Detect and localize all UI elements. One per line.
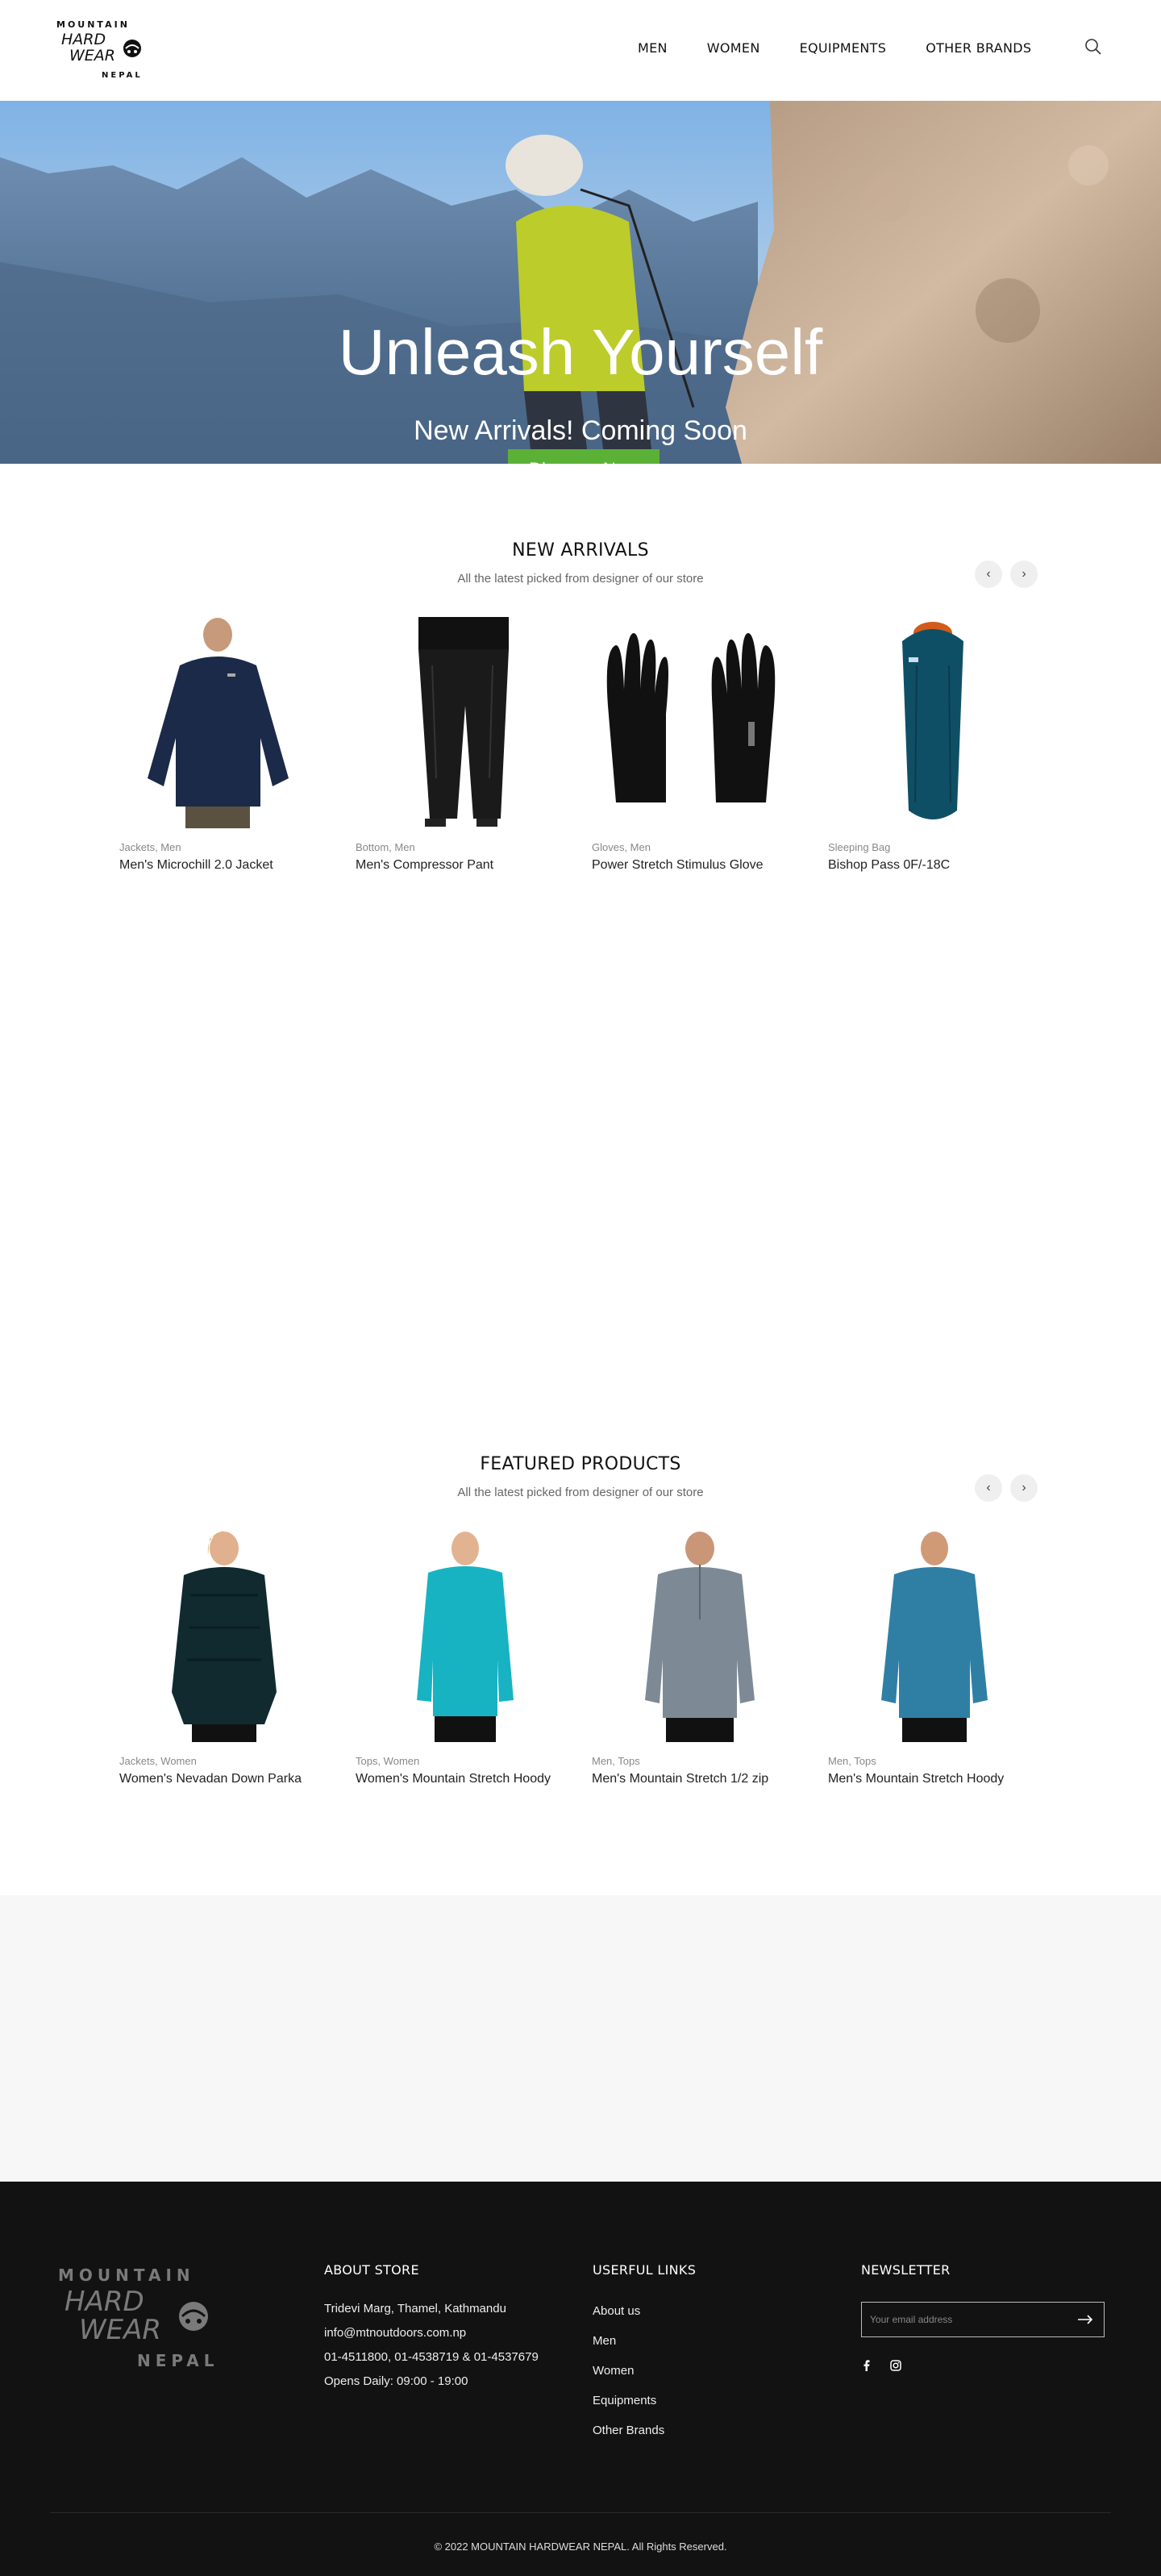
footer-link-about[interactable]: About us [593, 2304, 696, 2318]
main-nav: MEN WOMEN EQUIPMENTS OTHER BRANDS [638, 40, 1031, 56]
arrow-right-icon[interactable] [1076, 2311, 1094, 2328]
newsletter-email-input[interactable] [862, 2303, 1063, 2336]
footer-about-title: ABOUT STORE [324, 2262, 419, 2278]
footer-links-title: USERFUL LINKS [593, 2262, 697, 2278]
search-icon[interactable] [1084, 37, 1103, 56]
new-arrivals-section: NEW ARRIVALS All the latest picked from … [0, 464, 1161, 899]
grey-spacer-band [0, 1895, 1161, 2182]
footer-address: Tridevi Marg, Thamel, Kathmandu [324, 2302, 506, 2315]
logo-line-2: HARD [61, 31, 106, 48]
product-card[interactable]: Jackets, Men Men's Microchill 2.0 Jacket [119, 617, 329, 873]
chevron-left-icon: ‹ [986, 567, 991, 581]
footer-emblem-icon [179, 2302, 208, 2331]
product-categories[interactable]: Men, Tops [592, 1755, 801, 1767]
nav-men[interactable]: MEN [638, 40, 668, 56]
product-card[interactable]: Sleeping Bag Bishop Pass 0F/-18C [828, 617, 1038, 873]
footer-logo-mark: MOUNTAIN HARD WEAR NEPAL [58, 2265, 218, 2370]
instagram-icon[interactable] [890, 2360, 901, 2371]
discover-now-button[interactable]: Discover Now [508, 449, 660, 464]
product-categories[interactable]: Bottom, Men [356, 841, 565, 853]
footer-link-equipments[interactable]: Equipments [593, 2394, 696, 2407]
footer-link-women[interactable]: Women [593, 2364, 696, 2378]
footer-link-other-brands[interactable]: Other Brands [593, 2424, 696, 2437]
copyright: © 2022 MOUNTAIN HARDWEAR NEPAL. All Righ… [434, 2541, 727, 2553]
nav-equipments[interactable]: EQUIPMENTS [800, 40, 887, 56]
product-categories[interactable]: Jackets, Men [119, 841, 329, 853]
product-image[interactable] [592, 1531, 801, 1742]
footer-logo-line-3: WEAR [79, 2314, 161, 2346]
logo-mark: MOUNTAIN HARD WEAR NEPAL [56, 19, 143, 80]
chevron-right-icon: › [1022, 1481, 1026, 1494]
footer-hours: Opens Daily: 09:00 - 19:00 [324, 2374, 468, 2388]
product-categories[interactable]: Sleeping Bag [828, 841, 1038, 853]
product-name[interactable]: Bishop Pass 0F/-18C [828, 858, 1038, 873]
site-header: MOUNTAIN HARD WEAR NEPAL MEN WOMEN EQUIP… [0, 0, 1161, 101]
logo-line-4: NEPAL [102, 71, 143, 80]
new-arrivals-list: Jackets, Men Men's Microchill 2.0 Jacket… [119, 617, 1038, 873]
product-card[interactable]: Men, Tops Men's Mountain Stretch Hoody [828, 1531, 1038, 1786]
featured-products-section: FEATURED PRODUCTS All the latest picked … [0, 1378, 1161, 1813]
footer-logo-line-2: HARD [64, 2286, 144, 2318]
footer-logo-line-4: NEPAL [137, 2351, 218, 2370]
site-footer: MOUNTAIN HARD WEAR NEPAL ABOUT STORE Tri… [0, 2182, 1161, 2576]
product-image[interactable] [356, 1531, 565, 1742]
product-name[interactable]: Power Stretch Stimulus Glove [592, 858, 801, 873]
product-card[interactable]: Jackets, Women Women's Nevadan Down Park… [119, 1531, 329, 1786]
logo-line-1: MOUNTAIN [56, 19, 130, 30]
product-card[interactable]: Tops, Women Women's Mountain Stretch Hoo… [356, 1531, 565, 1786]
featured-list: Jackets, Women Women's Nevadan Down Park… [119, 1531, 1038, 1786]
product-name[interactable]: Men's Compressor Pant [356, 858, 565, 873]
footer-newsletter-title: NEWSLETTER [861, 2262, 951, 2278]
featured-prev-button[interactable]: ‹ [975, 1474, 1002, 1502]
product-image[interactable] [592, 617, 801, 828]
footer-email[interactable]: info@mtnoutdoors.com.np [324, 2326, 539, 2340]
logo-emblem-icon [123, 40, 141, 57]
product-card[interactable]: Bottom, Men Men's Compressor Pant [356, 617, 565, 873]
product-card[interactable]: Gloves, Men Power Stretch Stimulus Glove [592, 617, 801, 873]
product-name[interactable]: Women's Mountain Stretch Hoody [356, 1772, 565, 1786]
product-image[interactable] [119, 617, 329, 828]
new-arrivals-title: NEW ARRIVALS [512, 540, 649, 561]
product-name[interactable]: Men's Microchill 2.0 Jacket [119, 858, 329, 873]
footer-logo[interactable]: MOUNTAIN HARD WEAR NEPAL [56, 2265, 218, 2371]
nav-other-brands[interactable]: OTHER BRANDS [926, 40, 1031, 56]
new-arrivals-prev-button[interactable]: ‹ [975, 561, 1002, 588]
product-card[interactable]: Men, Tops Men's Mountain Stretch 1/2 zip [592, 1531, 801, 1786]
product-image[interactable] [828, 617, 1038, 828]
featured-title: FEATURED PRODUCTS [480, 1454, 681, 1474]
chevron-left-icon: ‹ [986, 1481, 991, 1494]
nav-women[interactable]: WOMEN [707, 40, 760, 56]
hero-image [0, 101, 1161, 464]
hero-title: Unleash Yourself [338, 316, 823, 388]
product-image[interactable] [356, 617, 565, 828]
product-image[interactable] [119, 1531, 329, 1742]
product-categories[interactable]: Tops, Women [356, 1755, 565, 1767]
footer-about: ABOUT STORE Tridevi Marg, Thamel, Kathma… [324, 2262, 539, 2399]
footer-phone[interactable]: 01-4511800, 01-4538719 & 01-4537679 [324, 2350, 539, 2364]
product-categories[interactable]: Gloves, Men [592, 841, 801, 853]
hero-subtitle: New Arrivals! Coming Soon [414, 415, 747, 446]
product-name[interactable]: Men's Mountain Stretch 1/2 zip [592, 1772, 801, 1786]
footer-newsletter: NEWSLETTER [861, 2262, 1105, 2371]
brand-logo[interactable]: MOUNTAIN HARD WEAR NEPAL [55, 19, 148, 81]
product-categories[interactable]: Men, Tops [828, 1755, 1038, 1767]
hero-banner: Unleash Yourself New Arrivals! Coming So… [0, 101, 1161, 464]
logo-line-3: WEAR [69, 47, 115, 65]
footer-divider [50, 2512, 1111, 2513]
newsletter-form [861, 2302, 1105, 2337]
facebook-icon[interactable] [861, 2360, 872, 2371]
footer-links: USERFUL LINKS About us Men Women Equipme… [593, 2262, 696, 2453]
new-arrivals-next-button[interactable]: › [1010, 561, 1038, 588]
product-image[interactable] [828, 1531, 1038, 1742]
footer-logo-line-1: MOUNTAIN [58, 2266, 195, 2285]
chevron-right-icon: › [1022, 567, 1026, 581]
footer-link-men[interactable]: Men [593, 2334, 696, 2348]
product-name[interactable]: Men's Mountain Stretch Hoody [828, 1772, 1038, 1786]
product-categories[interactable]: Jackets, Women [119, 1755, 329, 1767]
social-links [861, 2360, 1105, 2371]
product-name[interactable]: Women's Nevadan Down Parka [119, 1772, 329, 1786]
featured-next-button[interactable]: › [1010, 1474, 1038, 1502]
